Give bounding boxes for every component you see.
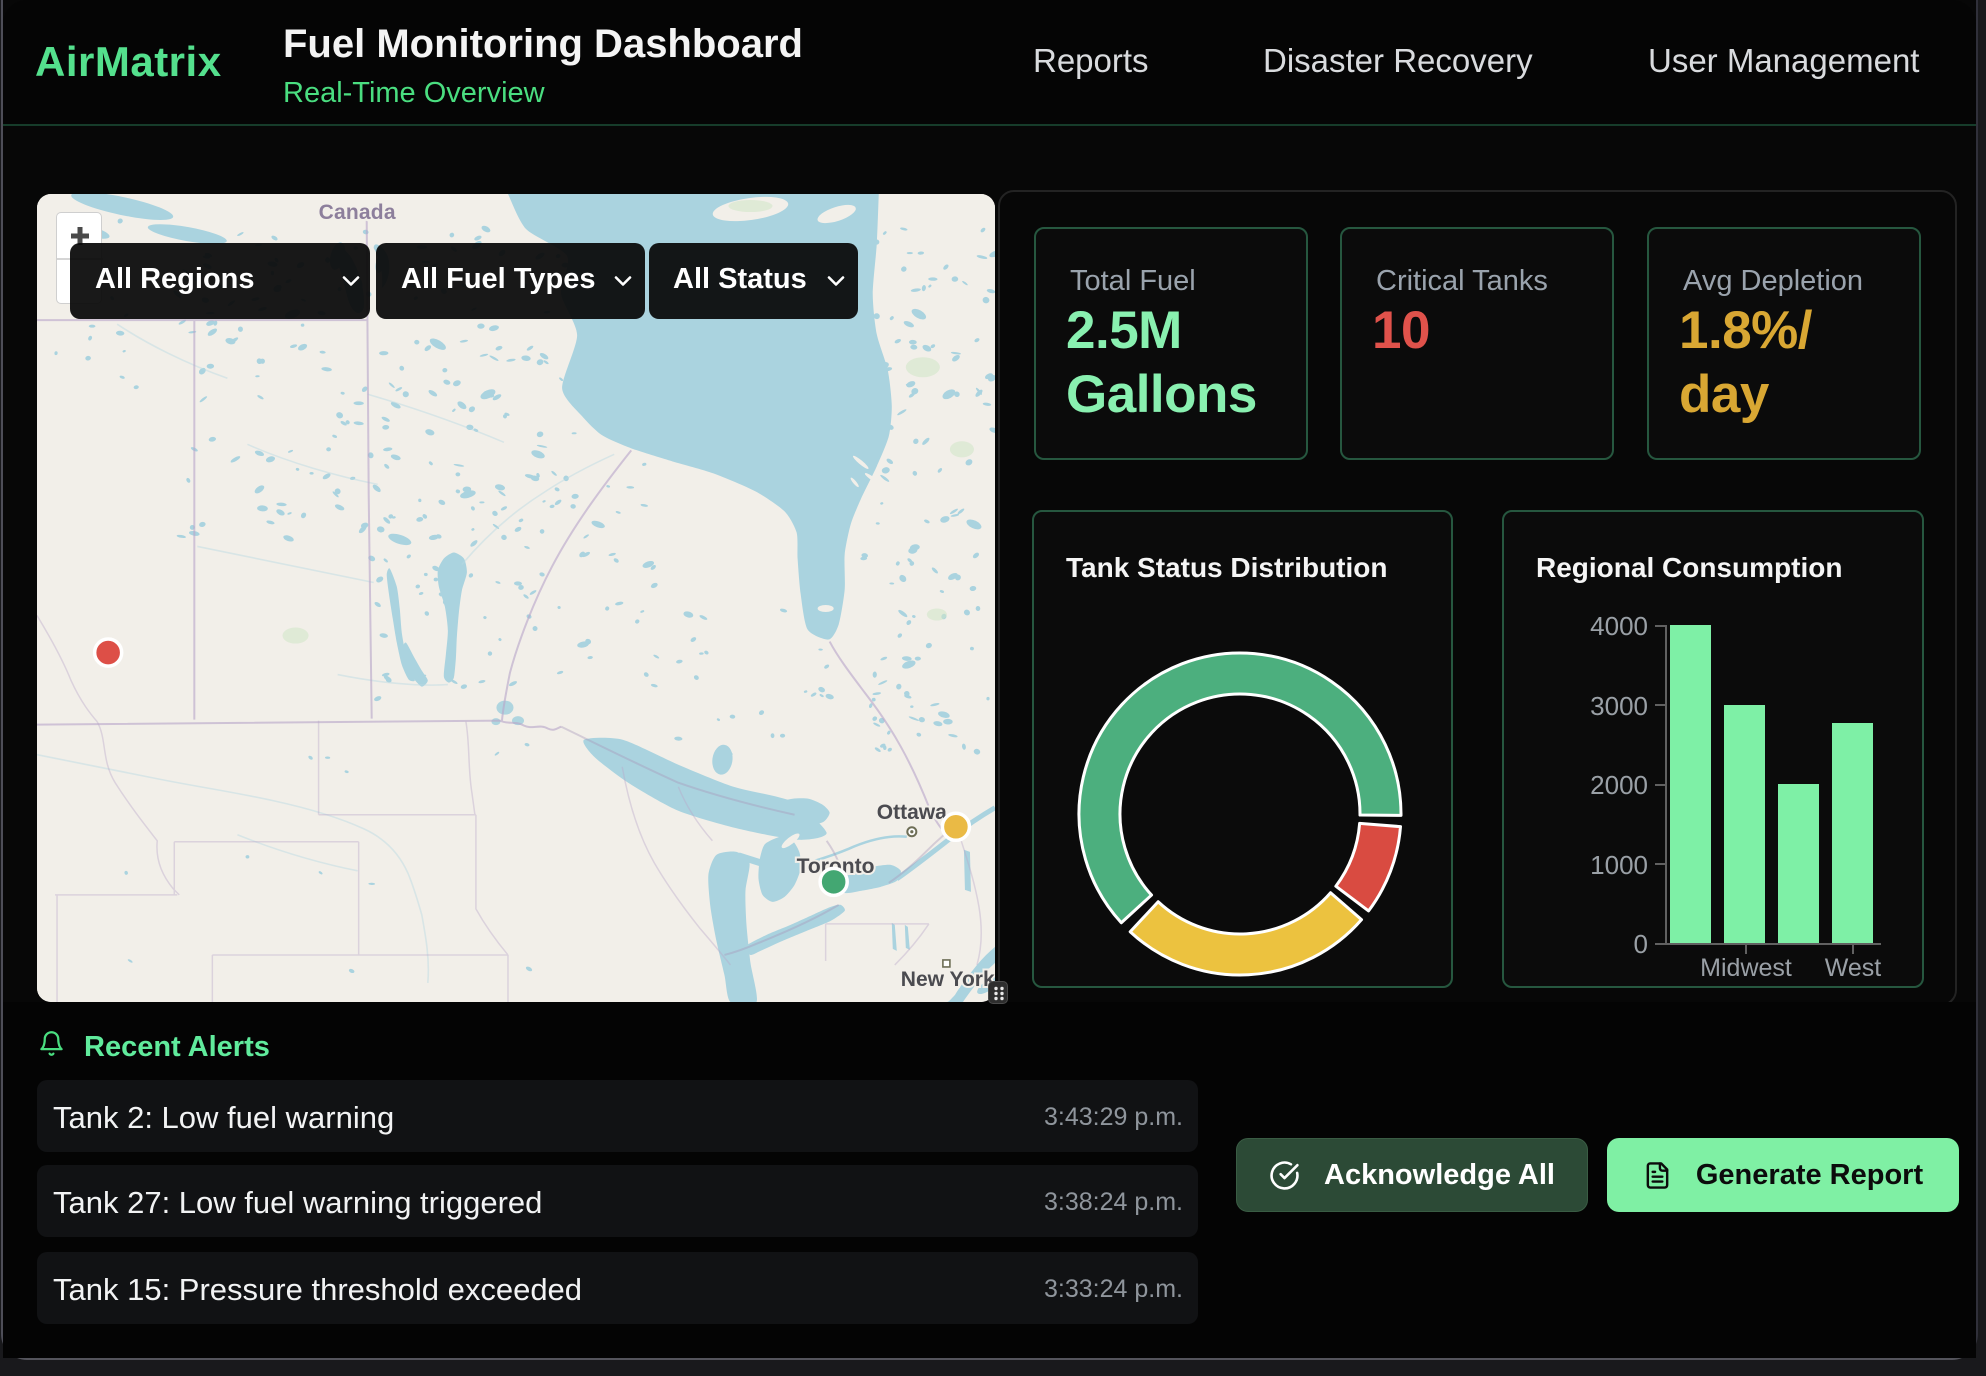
svg-text:Ottawa: Ottawa [877, 801, 947, 824]
svg-text:Canada: Canada [319, 201, 396, 224]
svg-text:New York: New York [901, 968, 995, 991]
